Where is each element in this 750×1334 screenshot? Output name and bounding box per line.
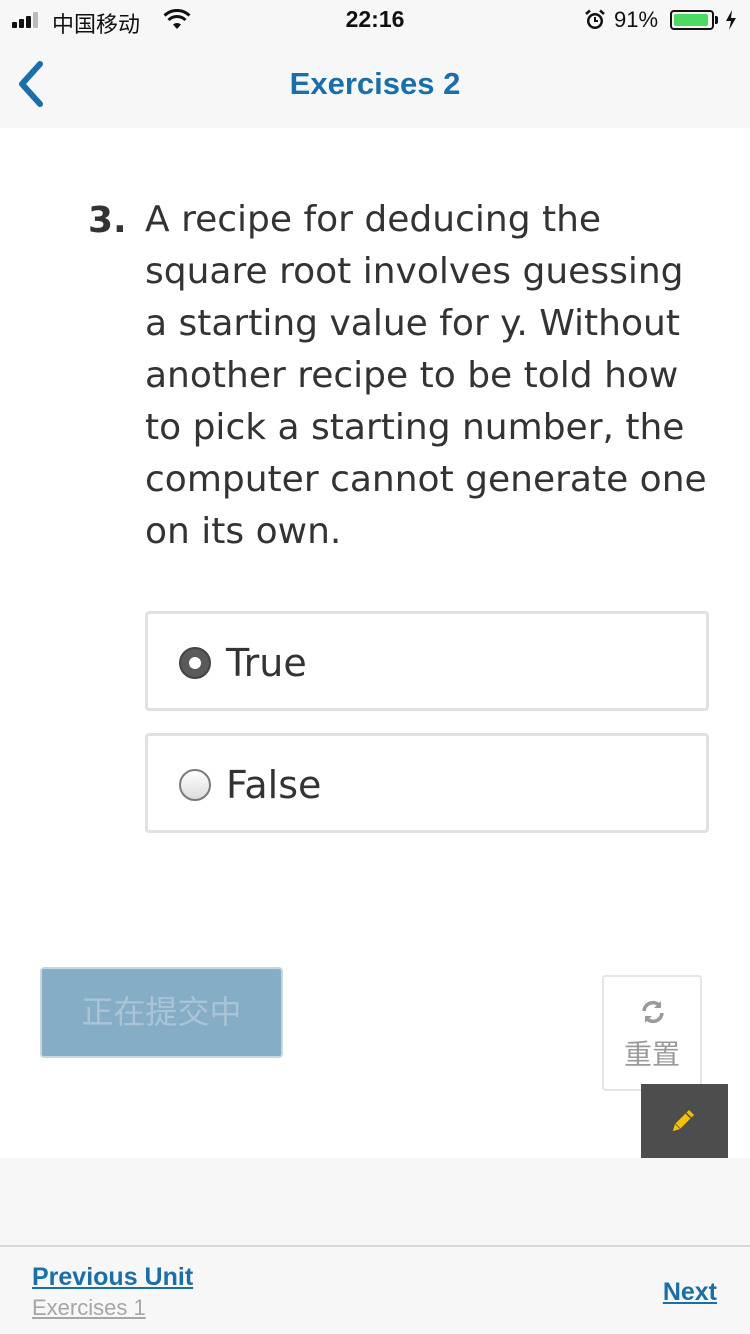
page-title: Exercises 2 (289, 66, 461, 101)
option-false[interactable]: False (145, 733, 709, 833)
radio-false[interactable] (179, 769, 211, 801)
exercise-content: 3. A recipe for deducing the square root… (0, 128, 750, 1158)
option-label-false: False (226, 763, 322, 807)
next-link[interactable]: Next (663, 1278, 717, 1307)
unit-navigation-footer: Previous Unit Exercises 1 Next (0, 1245, 750, 1334)
nav-bar: Exercises 2 (0, 40, 750, 128)
battery-percent: 91% (614, 7, 659, 32)
radio-true-selected[interactable] (179, 647, 211, 679)
battery-icon (670, 10, 714, 30)
question-text: A recipe for deducing the square root in… (145, 199, 707, 552)
submit-button[interactable]: 正在提交中 (40, 967, 283, 1058)
reset-label: 重置 (623, 1038, 680, 1071)
pencil-icon (673, 1110, 694, 1131)
charging-icon (726, 10, 736, 30)
option-true[interactable]: True (145, 611, 709, 711)
previous-unit-subtitle: Exercises 1 (32, 1295, 146, 1320)
refresh-icon (642, 1000, 664, 1024)
battery-tip (715, 16, 718, 24)
previous-unit-link[interactable]: Previous Unit (32, 1263, 193, 1292)
option-label-true: True (226, 641, 307, 685)
status-bar: 中国移动 22:16 91% (0, 0, 750, 40)
edit-button[interactable] (641, 1084, 728, 1158)
reset-button[interactable]: 重置 (602, 975, 702, 1091)
question-number: 3. (88, 200, 127, 241)
alarm-icon (585, 9, 605, 29)
